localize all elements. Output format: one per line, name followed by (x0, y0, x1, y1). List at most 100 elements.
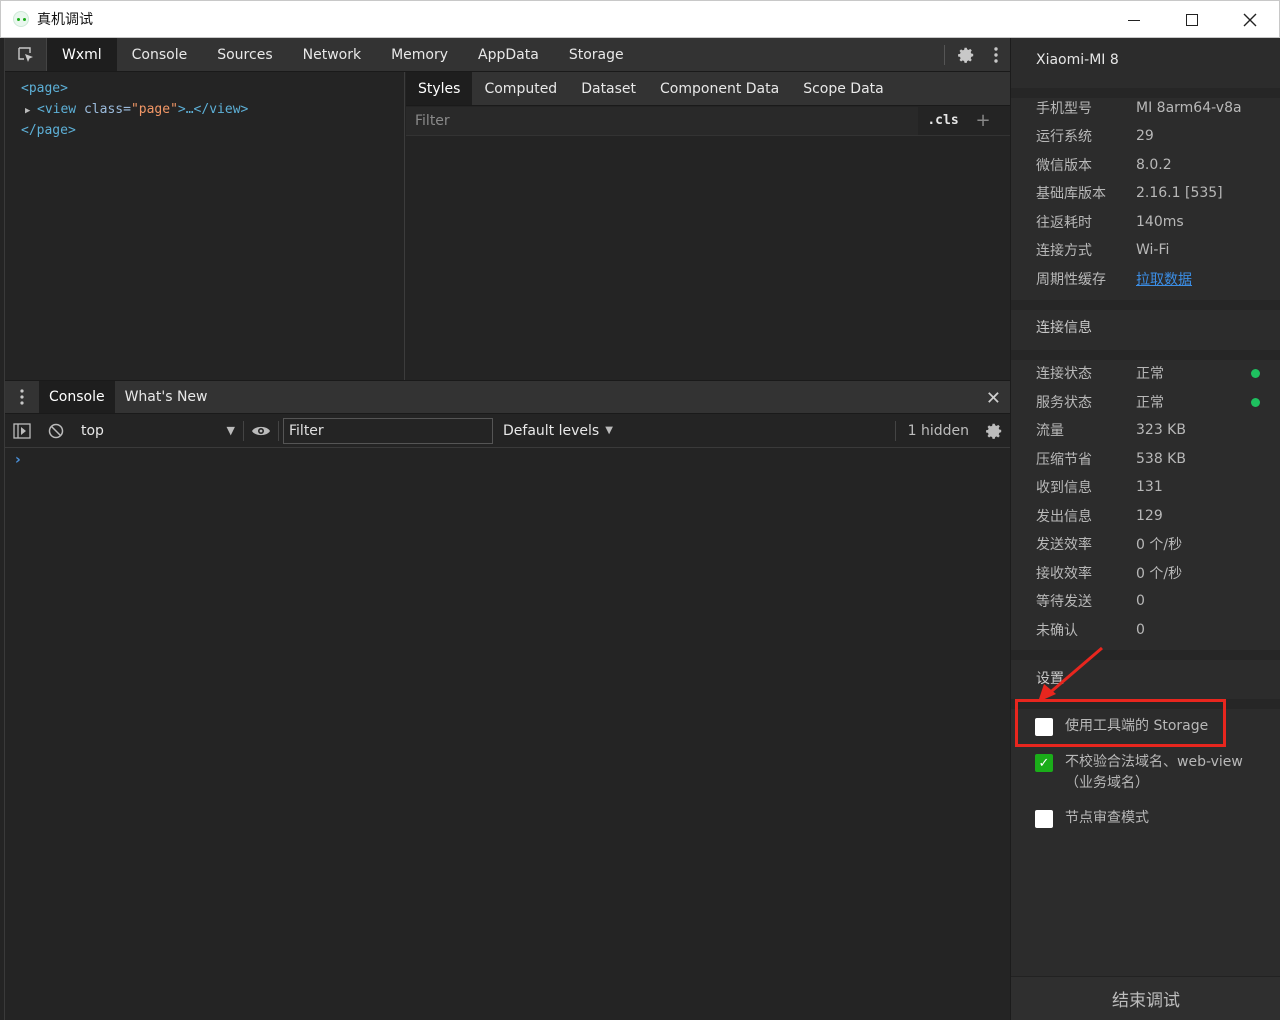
wxml-node-view[interactable]: ▶ <view class="page">…</view> (5, 99, 404, 120)
info-row-connection-status: 连接状态 正常 (1036, 362, 1256, 384)
info-key: 往返耗时 (1036, 215, 1092, 231)
info-value: 140ms (1136, 214, 1184, 230)
minimize-button[interactable] (1105, 1, 1163, 39)
info-row-received: 收到信息 131 (1036, 476, 1163, 498)
info-value: 正常 (1136, 366, 1164, 382)
divider (894, 421, 896, 441)
more-options-button[interactable] (981, 38, 1011, 72)
new-style-rule-button[interactable]: + (968, 110, 998, 131)
settings-button[interactable] (951, 38, 981, 72)
drawer-tab-bar: Console What's New ✕ (5, 380, 1011, 414)
attr-name: class= (83, 102, 131, 117)
wxml-node-page-close[interactable]: </page> (5, 120, 404, 141)
tab-storage[interactable]: Storage (554, 38, 639, 71)
tab-network[interactable]: Network (288, 38, 376, 71)
info-key: 基础库版本 (1036, 186, 1106, 202)
cls-button[interactable]: .cls (918, 113, 968, 128)
info-row-traffic: 流量 323 KB (1036, 419, 1186, 441)
toggle-sidebar-button[interactable] (5, 414, 39, 448)
close-button[interactable] (1221, 1, 1279, 39)
tab-appdata[interactable]: AppData (463, 38, 554, 71)
more-vertical-icon (994, 47, 998, 63)
info-key: 服务状态 (1036, 395, 1092, 411)
info-key: 接收效率 (1036, 566, 1092, 582)
drawer-tab-console[interactable]: Console (39, 381, 115, 413)
setting-node-inspect[interactable]: 节点审查模式 (1035, 808, 1149, 829)
live-expression-button[interactable] (244, 414, 278, 448)
info-key: 发出信息 (1036, 509, 1092, 525)
console-output[interactable]: › (5, 448, 1011, 1020)
info-row-periodic-cache: 周期性缓存 拉取数据 (1036, 268, 1192, 290)
tab-component-data[interactable]: Component Data (648, 72, 791, 105)
inspect-element-button[interactable] (5, 38, 47, 71)
info-value: 29 (1136, 128, 1154, 144)
info-key: 手机型号 (1036, 101, 1092, 117)
console-settings-button[interactable] (977, 414, 1011, 448)
info-key: 周期性缓存 (1036, 272, 1106, 288)
setting-label: 不校验合法域名、web-view（业务域名） (1065, 754, 1243, 791)
setting-label: 节点审查模式 (1065, 810, 1149, 826)
tag-text: <view (37, 102, 84, 117)
status-ok-indicator (1251, 369, 1260, 378)
info-row-os: 运行系统 29 (1036, 125, 1154, 147)
annotation-arrow-icon (1038, 646, 1103, 702)
tag-text: <page> (21, 81, 68, 96)
window-controls (1105, 1, 1279, 39)
wxml-node-page-open[interactable]: <page> (5, 78, 404, 99)
status-ok-indicator (1251, 398, 1260, 407)
setting-skip-domain-check[interactable]: ✓ 不校验合法域名、web-view（业务域名） (1035, 752, 1255, 794)
tab-styles[interactable]: Styles (406, 72, 473, 105)
info-value: Wi-Fi (1136, 242, 1170, 258)
end-debug-button[interactable]: 结束调试 (1011, 976, 1280, 1020)
tab-sources[interactable]: Sources (202, 38, 287, 71)
fetch-data-link[interactable]: 拉取数据 (1136, 269, 1192, 289)
info-key: 未确认 (1036, 623, 1078, 639)
maximize-button[interactable] (1163, 1, 1221, 39)
block-icon (48, 423, 64, 438)
console-filter-input[interactable]: Filter (283, 417, 493, 444)
info-key: 微信版本 (1036, 158, 1092, 174)
tab-wxml[interactable]: Wxml (47, 38, 117, 71)
caret-down-icon: ▼ (226, 424, 235, 437)
info-row-rtt: 往返耗时 140ms (1036, 211, 1184, 233)
expand-triangle-icon[interactable]: ▶ (25, 101, 37, 122)
info-value: 131 (1136, 479, 1163, 495)
sidebar-toggle-icon (13, 422, 31, 439)
console-prompt-icon: › (15, 452, 21, 468)
info-key: 连接方式 (1036, 243, 1092, 259)
node-inspect-checkbox[interactable] (1035, 810, 1053, 828)
gear-icon (986, 423, 1002, 439)
tab-memory[interactable]: Memory (376, 38, 463, 71)
log-levels-dropdown[interactable]: Default levels ▼ (503, 423, 613, 439)
tab-console[interactable]: Console (117, 38, 203, 71)
info-value: 8.0.2 (1136, 157, 1172, 173)
drawer-menu-button[interactable] (5, 381, 39, 413)
info-value: 323 KB (1136, 422, 1186, 438)
more-vertical-icon (20, 389, 24, 405)
info-row-service-status: 服务状态 正常 (1036, 391, 1256, 413)
tab-computed[interactable]: Computed (472, 72, 569, 105)
section-divider (1011, 300, 1280, 310)
clear-console-button[interactable] (39, 414, 73, 448)
wxml-tree: <page> ▶ <view class="page">…</view> </pa… (5, 72, 405, 380)
info-value: 正常 (1136, 395, 1164, 411)
tab-scope-data[interactable]: Scope Data (791, 72, 896, 105)
console-toolbar-right: 1 hidden (894, 414, 1011, 448)
devtools-tab-bar: Wxml Console Sources Network Memory AppD… (5, 38, 1011, 72)
gear-icon (958, 47, 974, 63)
info-value: 0 (1136, 622, 1145, 638)
caret-down-icon: ▼ (605, 425, 613, 436)
eye-icon (252, 426, 270, 435)
drawer-close-button[interactable]: ✕ (986, 381, 1001, 415)
info-key: 收到信息 (1036, 480, 1092, 496)
tab-dataset[interactable]: Dataset (569, 72, 648, 105)
context-selector[interactable]: top ▼ (73, 414, 243, 448)
info-value: 0 个/秒 (1136, 566, 1183, 582)
styles-filter-input[interactable]: Filter (406, 106, 918, 135)
divider (944, 45, 945, 65)
skip-domain-check-checkbox[interactable]: ✓ (1035, 754, 1053, 772)
info-value: 0 个/秒 (1136, 537, 1183, 553)
info-row-wechat-version: 微信版本 8.0.2 (1036, 154, 1172, 176)
drawer-tab-whats-new[interactable]: What's New (115, 381, 218, 413)
info-row-unacked: 未确认 0 (1036, 619, 1145, 641)
